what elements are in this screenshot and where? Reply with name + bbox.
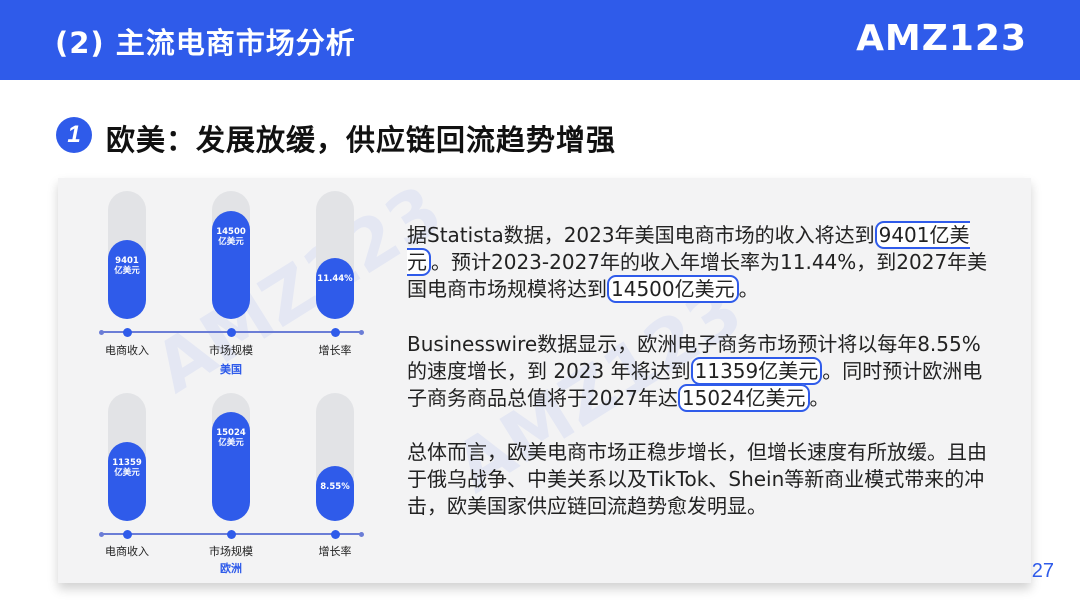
axis-end	[99, 329, 104, 335]
header-bar: (2) 主流电商市场分析 AMZ123	[0, 0, 1080, 80]
group-label: 欧洲	[220, 562, 242, 575]
page-title: (2) 主流电商市场分析	[55, 26, 356, 60]
section-number-badge: 1	[56, 117, 92, 153]
paragraph-text: 据Statista数据，2023年美国电商市场的收入将达到	[407, 223, 875, 247]
group-label: 美国	[220, 363, 242, 376]
paragraph: Businesswire数据显示，欧洲电子商务市场预计将以每年8.55%的速度增…	[407, 331, 997, 412]
highlight-value: 15024亿美元	[677, 384, 810, 412]
paragraph-text: 总体而言，欧美电商市场正稳步增长，但增长速度有所放缓。且由于俄乌战争、中美关系以…	[407, 440, 987, 518]
axis-dot	[330, 529, 340, 539]
paragraph-text: 。	[738, 277, 759, 301]
bar-value-label: 15024 亿美元	[216, 428, 246, 448]
bar-fill	[316, 466, 354, 521]
bar-value-label: 8.55%	[320, 482, 350, 492]
bar-value-label: 9401 亿美元	[114, 256, 140, 276]
axis-dot	[330, 327, 340, 337]
bar-value-label: 11.44%	[317, 274, 353, 284]
bar-value-label: 14500 亿美元	[216, 227, 246, 247]
paragraph: 据Statista数据，2023年美国电商市场的收入将达到 9401亿美元 。预计2…	[407, 221, 997, 303]
highlight-value: 14500亿美元	[607, 275, 739, 303]
axis-dot	[122, 327, 132, 337]
bar-fill	[316, 258, 354, 319]
axis-dot	[226, 327, 236, 337]
category-label: 电商收入	[105, 344, 149, 357]
category-label: 增长率	[318, 344, 352, 357]
axis-end	[359, 329, 364, 335]
axis-end	[99, 531, 104, 537]
bar-fill	[108, 240, 146, 319]
axis-end	[359, 531, 364, 537]
bar-fill	[108, 442, 146, 521]
paragraph: 总体而言，欧美电商市场正稳步增长，但增长速度有所放缓。且由于俄乌战争、中美关系以…	[407, 439, 997, 520]
bar-value-label: 11359 亿美元	[112, 458, 142, 478]
highlight-value: 11359亿美元	[690, 357, 823, 385]
section-title: 欧美：发展放缓，供应链回流趋势增强	[106, 123, 617, 157]
category-label: 电商收入	[105, 545, 149, 558]
axis-dot	[226, 529, 236, 539]
category-label: 增长率	[318, 545, 352, 558]
category-label: 市场规模	[209, 545, 253, 558]
category-label: 市场规模	[209, 344, 253, 357]
page-number: 27	[1031, 560, 1054, 582]
axis-dot	[122, 529, 132, 539]
brand-logo: AMZ123	[856, 18, 1027, 59]
paragraph-text: 。	[809, 386, 830, 410]
